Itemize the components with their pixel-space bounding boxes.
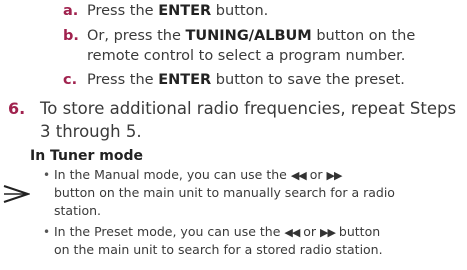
substep-c-text: Press the ENTER button to save the prese…	[87, 72, 405, 88]
substep-b-pre: Or, press the	[87, 28, 186, 44]
step-6-number: 6.	[8, 99, 26, 118]
note-heading: In Tuner mode	[30, 148, 143, 164]
substep-c-pre: Press the	[87, 72, 159, 88]
enter-keyword: ENTER	[158, 72, 212, 88]
step-6-line-1: To store additional radio frequencies, r…	[40, 99, 457, 118]
enter-keyword: ENTER	[158, 3, 212, 19]
substep-a-pre: Press the	[87, 3, 159, 19]
substep-c-post: button to save the preset.	[211, 72, 405, 88]
substep-a-post: button.	[211, 3, 269, 19]
substep-b-text: Or, press the TUNING/ALBUM button on the	[87, 28, 415, 44]
previous-track-icon: ◀◀	[284, 226, 300, 239]
step-6-line-2: 3 through 5.	[40, 122, 142, 141]
bullet-1-line-3: station.	[54, 203, 101, 218]
bullet-2-pre: In the Preset mode, you can use the	[54, 224, 285, 239]
next-track-icon: ▶▶	[326, 169, 342, 182]
bullet-2-or: or	[299, 224, 321, 239]
bullet-2-line-1: In the Preset mode, you can use the ◀◀ o…	[54, 224, 380, 239]
bullet-2-line-2: on the main unit to search for a stored …	[54, 242, 383, 257]
bullet-1-line-2: button on the main unit to manually sear…	[54, 185, 395, 200]
next-track-icon: ▶▶	[320, 226, 336, 239]
tuning-album-keyword: TUNING/ALBUM	[185, 28, 312, 44]
manual-page: a. Press the ENTER button. b. Or, press …	[0, 0, 467, 270]
previous-track-icon: ◀◀	[290, 169, 307, 182]
bullet-1-marker: •	[43, 168, 51, 182]
substep-c-label: c.	[63, 72, 78, 88]
substep-b-post: button on the	[311, 28, 416, 44]
note-arrow-icon	[3, 185, 30, 203]
bullet-1-pre: In the Manual mode, you can use the	[54, 167, 291, 182]
substep-b-continuation: remote control to select a program numbe…	[87, 48, 406, 64]
bullet-1-or: or	[305, 167, 327, 182]
substep-b-label: b.	[63, 28, 79, 44]
substep-a-text: Press the ENTER button.	[87, 3, 268, 19]
substep-a-label: a.	[63, 3, 79, 19]
bullet-1-line-1: In the Manual mode, you can use the ◀◀ o…	[54, 167, 342, 182]
bullet-2-post: button	[334, 224, 381, 239]
bullet-2-marker: •	[43, 225, 51, 239]
